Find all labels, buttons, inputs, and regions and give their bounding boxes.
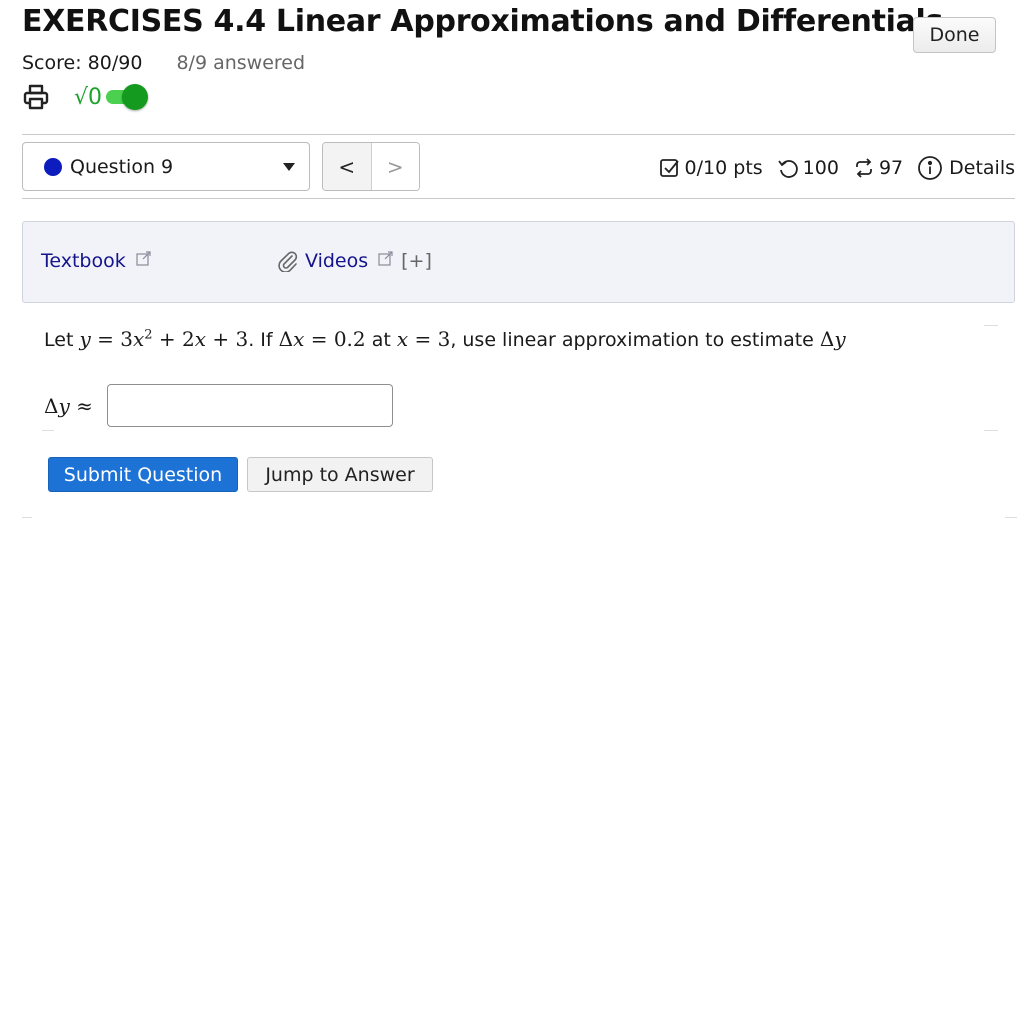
videos-label: Videos <box>305 250 369 272</box>
divider <box>1005 517 1017 518</box>
equation-x-value: x = 3 <box>396 327 451 351</box>
attempts-info: 97 <box>853 157 903 179</box>
info-icon <box>918 156 943 180</box>
question-meta: 0/10 pts 100 97 Details <box>645 150 1015 186</box>
undo-icon <box>777 160 798 178</box>
textbook-label: Textbook <box>41 250 126 272</box>
question-select-label: Question 9 <box>70 155 174 178</box>
answer-label: Δy ≈ <box>44 393 93 418</box>
attempts-text: 97 <box>878 157 904 179</box>
points-info: 0/10 pts <box>659 157 763 179</box>
page-title: EXERCISES 4.4 Linear Approximations and … <box>22 4 944 39</box>
toggle-knob <box>122 84 149 110</box>
divider <box>984 325 998 326</box>
next-question-button[interactable]: > <box>371 143 419 190</box>
question-instruction: , use linear approximation to estimate <box>450 329 814 351</box>
external-link-icon <box>136 250 151 266</box>
equation-y: y = 3x2 + 2x + 3 <box>79 327 249 351</box>
question-prefix: Let <box>44 329 74 351</box>
caret-down-icon <box>283 162 295 171</box>
divider <box>42 430 54 431</box>
answer-row: Δy ≈ <box>44 384 393 427</box>
videos-link[interactable]: Videos [+] <box>277 250 432 272</box>
equation-delta-y: Δy <box>819 327 846 351</box>
equation-delta-x: Δx = 0.2 <box>278 327 366 351</box>
answer-input[interactable] <box>106 384 393 427</box>
divider <box>22 134 1015 135</box>
points-text: 0/10 pts <box>684 157 763 179</box>
retries-text: 100 <box>802 157 839 179</box>
textbook-link[interactable]: Textbook <box>41 250 151 272</box>
score-text: Score: 80/90 <box>22 52 143 74</box>
question-conjunction: . If <box>248 329 273 351</box>
divider <box>22 517 32 518</box>
sqrt-icon: √0 <box>74 84 103 110</box>
details-label: Details <box>949 157 1015 179</box>
divider <box>22 198 1015 199</box>
printer-icon[interactable] <box>22 83 50 111</box>
answered-count: 8/9 answered <box>176 52 306 74</box>
checkbox-icon <box>659 159 679 177</box>
paperclip-icon <box>278 251 298 272</box>
external-link-icon <box>378 250 393 266</box>
resources-panel: Textbook Videos [+] <box>22 221 1015 303</box>
question-select[interactable]: Question 9 <box>22 142 310 191</box>
question-pager: < > <box>322 142 420 191</box>
score-line: Score: 80/90 8/9 answered <box>22 52 305 74</box>
toggle-switch[interactable] <box>106 84 149 110</box>
repeat-icon <box>856 158 872 178</box>
question-text: Let y = 3x2 + 2x + 3. If Δx = 0.2 at x =… <box>44 327 846 351</box>
previous-question-button[interactable]: < <box>323 143 372 190</box>
question-at: at <box>371 329 391 351</box>
math-entry-toggle[interactable]: √0 <box>74 84 149 110</box>
retries-info: 100 <box>777 157 839 179</box>
question-status-dot <box>44 157 62 176</box>
expand-videos-button[interactable]: [+] <box>401 250 432 272</box>
details-button[interactable]: Details <box>917 155 1015 181</box>
divider <box>984 430 998 431</box>
done-button[interactable]: Done <box>913 17 996 53</box>
jump-to-answer-button[interactable]: Jump to Answer <box>247 457 433 492</box>
submit-question-button[interactable]: Submit Question <box>48 457 238 492</box>
toolbar: √0 <box>22 80 149 114</box>
